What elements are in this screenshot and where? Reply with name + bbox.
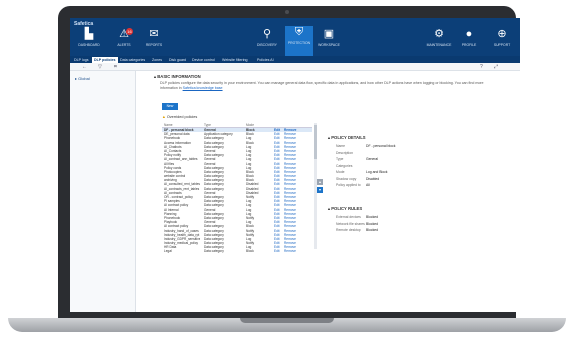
nav-label: ALERTS xyxy=(117,43,131,47)
column-header[interactable]: Name xyxy=(164,123,200,127)
tab-bar: DLP logs DLP policies Data categories Zones… xyxy=(70,56,520,63)
remove-link[interactable]: Remove xyxy=(284,249,298,253)
nav-label: SUPPORT xyxy=(493,43,511,47)
move-down-button[interactable]: ▾ xyxy=(317,187,323,193)
camera-dot xyxy=(285,10,289,14)
edit-link[interactable]: Edit xyxy=(274,249,282,253)
table-row[interactable]: Legal Data category Block Edit Remove xyxy=(162,249,312,253)
main-content: ▴ BASIC INFORMATION DLP policies configu… xyxy=(136,71,520,312)
scroll-thumb[interactable] xyxy=(314,125,317,159)
filter-icon[interactable]: ▽ xyxy=(98,64,102,70)
toolbar: ← ▽ ⌗ ? ⤢ xyxy=(70,63,520,71)
mail-icon: ✉ xyxy=(149,28,159,40)
move-buttons: ▴ ▾ xyxy=(317,179,324,195)
nav-reports[interactable]: ✉ REPORTS xyxy=(140,28,168,54)
table-caption: ▲ Overrided policies xyxy=(162,115,197,119)
description-text: DLP policies configure the data security… xyxy=(160,81,500,91)
field-label: Policy applied to xyxy=(336,183,361,187)
field-value: All xyxy=(366,183,370,187)
laptop-notch xyxy=(240,318,334,323)
dashboard-icon: ▙ xyxy=(84,28,94,40)
user-icon: ● xyxy=(465,28,473,40)
field-value: Blocked xyxy=(366,228,379,232)
nav-support[interactable]: ⊕ SUPPORT xyxy=(488,28,516,54)
section-title: BASIC INFORMATION xyxy=(157,74,201,79)
back-icon[interactable]: ← xyxy=(82,64,87,70)
tree-panel: ▸ Global xyxy=(70,71,136,312)
tree-item-label: Global xyxy=(78,76,90,81)
search-icon: ⚲ xyxy=(262,28,272,40)
knowledge-base-link[interactable]: Safetica knowledge base xyxy=(183,86,223,90)
new-policy-button[interactable]: New policy xyxy=(162,103,178,115)
policies-table: Name Type Mode DF - personal block General Bl… xyxy=(162,123,312,254)
nav-label: DISCOVERY xyxy=(257,43,277,47)
nav-label: MAINTENANCE xyxy=(426,43,452,47)
move-up-button[interactable]: ▴ xyxy=(317,179,323,185)
column-header[interactable]: Type xyxy=(204,123,242,127)
globe-icon: ⊕ xyxy=(497,28,507,40)
rules-title: POLICY RULES xyxy=(331,206,363,211)
nav-label: REPORTS xyxy=(145,43,163,47)
rules-header[interactable]: ▴ POLICY RULES xyxy=(328,206,362,211)
rules-row: Remote desktop Blocked xyxy=(326,227,506,234)
details-row: Policy applied to All xyxy=(326,182,506,189)
nav-profile[interactable]: ● PROFILE xyxy=(455,28,483,54)
shield-icon: ⛨ xyxy=(294,26,304,38)
nav-workspace[interactable]: ▣ WORKSPACE xyxy=(315,28,343,54)
warning-icon: ▲ xyxy=(162,115,166,119)
brand-logo: Safetica xyxy=(74,21,94,27)
alert-count-badge: 16 xyxy=(126,28,133,35)
nav-alerts[interactable]: ⚠ ALERTS 16 xyxy=(110,28,138,54)
app-screen: Safetica ▙ DASHBOARD ⚠ ALERTS 16 ✉ REPORTS ⚲ DIS… xyxy=(70,18,520,312)
table-caption-text: Overrided policies xyxy=(166,115,198,119)
details-header[interactable]: ▴ POLICY DETAILS xyxy=(328,135,366,140)
help-icon[interactable]: ? xyxy=(480,64,483,70)
column-header[interactable]: Mode xyxy=(246,123,266,127)
top-navigation: Safetica ▙ DASHBOARD ⚠ ALERTS 16 ✉ REPORTS ⚲ DIS… xyxy=(70,18,520,56)
table-cell: Legal xyxy=(164,249,172,254)
monitor-icon: ▣ xyxy=(323,28,335,40)
nav-protection[interactable]: ⛨ PROTECTION xyxy=(285,26,313,56)
nav-maintenance[interactable]: ⚙ MAINTENANCE xyxy=(425,28,453,54)
gear-icon: ⚙ xyxy=(434,28,444,40)
details-title: POLICY DETAILS xyxy=(331,135,366,140)
field-label: Remote desktop xyxy=(336,228,361,232)
laptop-frame: Safetica ▙ DASHBOARD ⚠ ALERTS 16 ✉ REPORTS ⚲ DIS… xyxy=(0,0,574,338)
nav-label: PROFILE xyxy=(461,43,477,47)
tree-icon[interactable]: ⌗ xyxy=(114,64,117,70)
tree-item-global[interactable]: ▸ Global xyxy=(75,76,90,81)
table-cell: Data category xyxy=(204,249,224,254)
expand-icon[interactable]: ⤢ xyxy=(494,64,498,70)
nav-label: DASHBOARD xyxy=(78,43,100,47)
nav-dashboard[interactable]: ▙ DASHBOARD xyxy=(75,28,103,54)
section-basic-info[interactable]: ▴ BASIC INFORMATION xyxy=(154,74,201,79)
table-cell: Block xyxy=(246,249,254,254)
nav-label: PROTECTION xyxy=(287,41,311,45)
nav-discovery[interactable]: ⚲ DISCOVERY xyxy=(253,28,281,54)
nav-label: WORKSPACE xyxy=(318,43,340,47)
